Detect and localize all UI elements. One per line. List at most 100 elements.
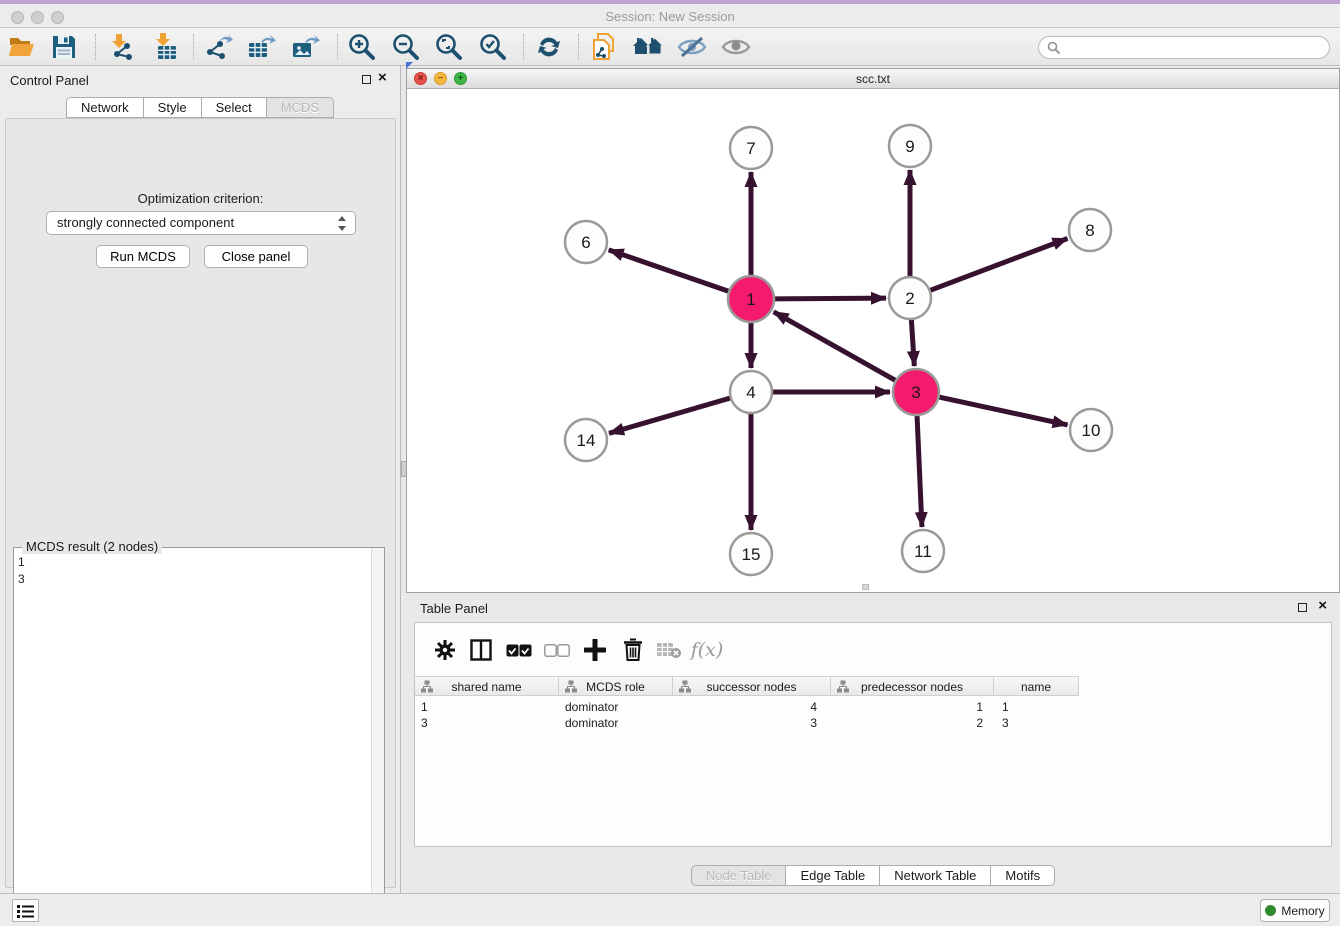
save-floppy-icon[interactable] xyxy=(47,30,81,64)
toolbar-separator xyxy=(193,34,194,60)
tab-edge-table[interactable]: Edge Table xyxy=(786,865,880,886)
export-image-icon[interactable] xyxy=(289,30,323,64)
tab-style[interactable]: Style xyxy=(144,97,202,118)
graph-node-label: 10 xyxy=(1082,421,1101,440)
search-icon xyxy=(1047,41,1061,55)
table-header-row: shared name MCDS role successor nodes pr… xyxy=(415,676,1079,696)
deselect-all-icon[interactable] xyxy=(541,635,573,665)
app-titlebar: Session: New Session xyxy=(0,4,1340,28)
run-mcds-button[interactable]: Run MCDS xyxy=(96,245,190,268)
columns-icon[interactable] xyxy=(465,635,497,665)
graph-edge-4-14[interactable] xyxy=(609,398,731,433)
cell-predecessor-nodes: 2 xyxy=(831,715,983,731)
table-row[interactable]: 1 dominator 4 1 1 xyxy=(415,699,1333,715)
delete-table-icon xyxy=(653,635,685,665)
cell-shared-name: 3 xyxy=(421,715,555,731)
graph-edge-1-2[interactable] xyxy=(774,298,886,299)
graph-edge-2-8[interactable] xyxy=(930,238,1068,290)
cell-name: 3 xyxy=(1002,715,1072,731)
network-graph-canvas[interactable]: 7968124314101511 xyxy=(407,90,1339,593)
select-all-checked-icon[interactable] xyxy=(503,635,535,665)
houses-icon[interactable] xyxy=(631,30,665,64)
graph-edge-3-1[interactable] xyxy=(774,312,896,381)
search-box xyxy=(1038,36,1330,59)
cell-name: 1 xyxy=(1002,699,1072,715)
mcds-result-list: 1 3 xyxy=(18,554,25,588)
zoom-out-icon[interactable] xyxy=(389,30,423,64)
close-panel-button[interactable]: Close panel xyxy=(204,245,308,268)
refresh-icon[interactable] xyxy=(532,30,566,64)
open-folder-icon[interactable] xyxy=(5,30,39,64)
column-header-name[interactable]: name xyxy=(994,677,1079,696)
control-panel-tabs: Network Style Select MCDS xyxy=(0,97,400,118)
float-panel-icon[interactable] xyxy=(362,75,371,84)
memory-button[interactable]: Memory xyxy=(1260,899,1330,922)
application-window: Session: New Session xyxy=(0,0,1340,926)
dropdown-stepper-icon xyxy=(337,215,347,232)
eye-icon[interactable] xyxy=(719,30,753,64)
column-header-shared-name[interactable]: shared name xyxy=(415,677,559,696)
tab-network-table[interactable]: Network Table xyxy=(880,865,991,886)
cell-mcds-role: dominator xyxy=(565,699,669,715)
tab-network[interactable]: Network xyxy=(66,97,144,118)
graph-edge-3-11[interactable] xyxy=(917,415,922,527)
graph-node-label: 7 xyxy=(746,139,755,158)
search-input[interactable] xyxy=(1065,38,1320,57)
cell-mcds-role: dominator xyxy=(565,715,669,731)
tab-motifs[interactable]: Motifs xyxy=(991,865,1055,886)
network-window-titlebar[interactable]: × − + scc.txt xyxy=(407,69,1339,89)
tab-mcds[interactable]: MCDS xyxy=(267,97,334,118)
memory-label: Memory xyxy=(1281,904,1324,918)
zoom-in-icon[interactable] xyxy=(345,30,379,64)
criterion-dropdown[interactable]: strongly connected component xyxy=(46,211,356,235)
function-icon: f(x) xyxy=(691,635,723,665)
cell-predecessor-nodes: 1 xyxy=(831,699,983,715)
node-table-container: f(x) shared name MCDS role successor nod… xyxy=(414,622,1332,847)
import-network-icon[interactable] xyxy=(105,30,139,64)
float-table-panel-icon[interactable] xyxy=(1298,603,1307,612)
column-header-mcds-role[interactable]: MCDS role xyxy=(559,677,673,696)
mcds-result-item: 3 xyxy=(18,571,25,588)
mcds-result-box: MCDS result (2 nodes) 1 3 xyxy=(13,547,385,925)
close-table-panel-icon[interactable]: × xyxy=(1318,598,1327,614)
main-toolbar xyxy=(0,28,1340,66)
close-panel-icon[interactable]: × xyxy=(378,70,387,86)
graph-node-label: 15 xyxy=(742,545,761,564)
result-scrollbar[interactable] xyxy=(371,548,384,924)
column-header-predecessor-nodes[interactable]: predecessor nodes xyxy=(831,677,994,696)
trash-icon[interactable] xyxy=(617,635,649,665)
graph-edge-3-10[interactable] xyxy=(938,397,1067,425)
control-panel-title: Control Panel xyxy=(10,73,89,88)
tab-node-table[interactable]: Node Table xyxy=(691,865,787,886)
graph-node-label: 2 xyxy=(905,289,914,308)
toolbar-separator xyxy=(337,34,338,60)
import-table-icon[interactable] xyxy=(149,30,183,64)
export-network-icon[interactable] xyxy=(202,30,236,64)
column-header-successor-nodes[interactable]: successor nodes xyxy=(673,677,831,696)
graph-node-label: 4 xyxy=(746,383,755,402)
table-tabs: Node Table Edge Table Network Table Moti… xyxy=(406,865,1340,886)
export-table-icon[interactable] xyxy=(245,30,279,64)
zoom-fit-icon[interactable] xyxy=(432,30,466,64)
cell-shared-name: 1 xyxy=(421,699,555,715)
graph-edge-1-6[interactable] xyxy=(609,250,730,292)
eye-slash-icon[interactable] xyxy=(675,30,709,64)
window-resize-grip[interactable] xyxy=(862,584,869,590)
task-list-button[interactable] xyxy=(12,899,39,922)
mcds-result-item: 1 xyxy=(18,554,25,571)
list-icon xyxy=(17,904,34,918)
memory-status-dot xyxy=(1265,905,1276,916)
gear-icon[interactable] xyxy=(429,635,461,665)
table-row[interactable]: 3 dominator 3 2 3 xyxy=(415,715,1333,731)
toolbar-separator xyxy=(523,34,524,60)
plus-icon[interactable] xyxy=(579,635,611,665)
window-title: Session: New Session xyxy=(0,9,1340,24)
optimization-criterion-label: Optimization criterion: xyxy=(6,191,395,206)
graph-node-label: 1 xyxy=(746,290,755,309)
graph-edge-2-3[interactable] xyxy=(911,319,914,366)
zoom-selected-icon[interactable] xyxy=(476,30,510,64)
graph-node-label: 9 xyxy=(905,137,914,156)
clone-network-icon[interactable] xyxy=(587,30,621,64)
graph-node-label: 3 xyxy=(911,383,920,402)
tab-select[interactable]: Select xyxy=(202,97,267,118)
